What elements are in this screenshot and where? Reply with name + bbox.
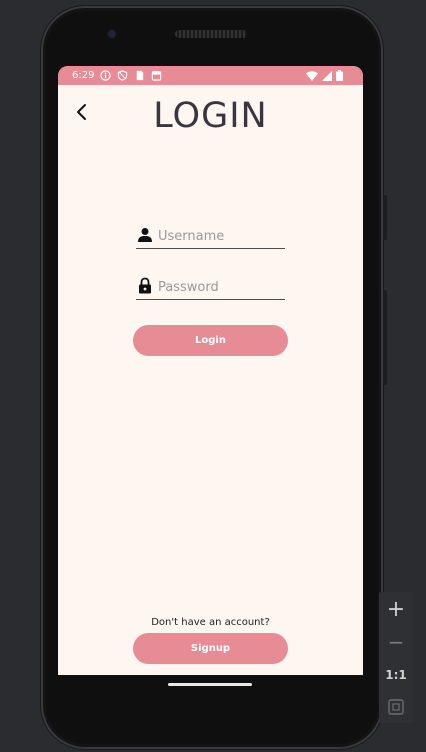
sim-card-icon [136, 70, 144, 81]
login-button[interactable]: Login [133, 325, 288, 356]
emulator-toolbar: + − 1:1 [379, 592, 413, 723]
actual-size-label: 1:1 [385, 668, 407, 682]
username-input[interactable] [158, 226, 283, 246]
front-camera [106, 28, 118, 40]
fit-screen-button[interactable] [379, 692, 413, 722]
actual-size-button[interactable]: 1:1 [379, 660, 413, 690]
power-button [383, 195, 387, 240]
status-time: 6:29 [72, 70, 95, 81]
earpiece-speaker [175, 30, 247, 38]
status-system-icons [306, 70, 343, 81]
status-notification-icons [100, 70, 162, 81]
password-input[interactable] [158, 277, 283, 297]
calendar-icon [151, 71, 162, 81]
zoom-out-button[interactable]: − [379, 627, 413, 657]
volume-button [383, 290, 387, 385]
page-title: LOGIN [153, 96, 268, 136]
person-icon [138, 228, 152, 242]
signup-button[interactable]: Signup [133, 633, 288, 664]
zoom-in-label: + [386, 596, 406, 622]
fit-screen-icon [388, 699, 404, 715]
username-field[interactable] [136, 224, 285, 249]
shield-icon [117, 70, 128, 81]
info-icon [100, 70, 111, 81]
status-bar: 6:29 [58, 66, 363, 85]
signup-prompt: Don't have an account? [151, 617, 270, 628]
battery-icon [336, 70, 343, 81]
zoom-in-button[interactable]: + [379, 594, 413, 624]
zoom-out-label: − [387, 630, 405, 654]
signal-icon [322, 70, 332, 81]
app-screen: 6:29 LOGIN Username Login Don't have an … [58, 66, 363, 675]
lock-icon [139, 277, 151, 294]
password-field[interactable] [136, 275, 285, 300]
wifi-icon [306, 70, 318, 81]
home-indicator[interactable] [168, 683, 252, 686]
